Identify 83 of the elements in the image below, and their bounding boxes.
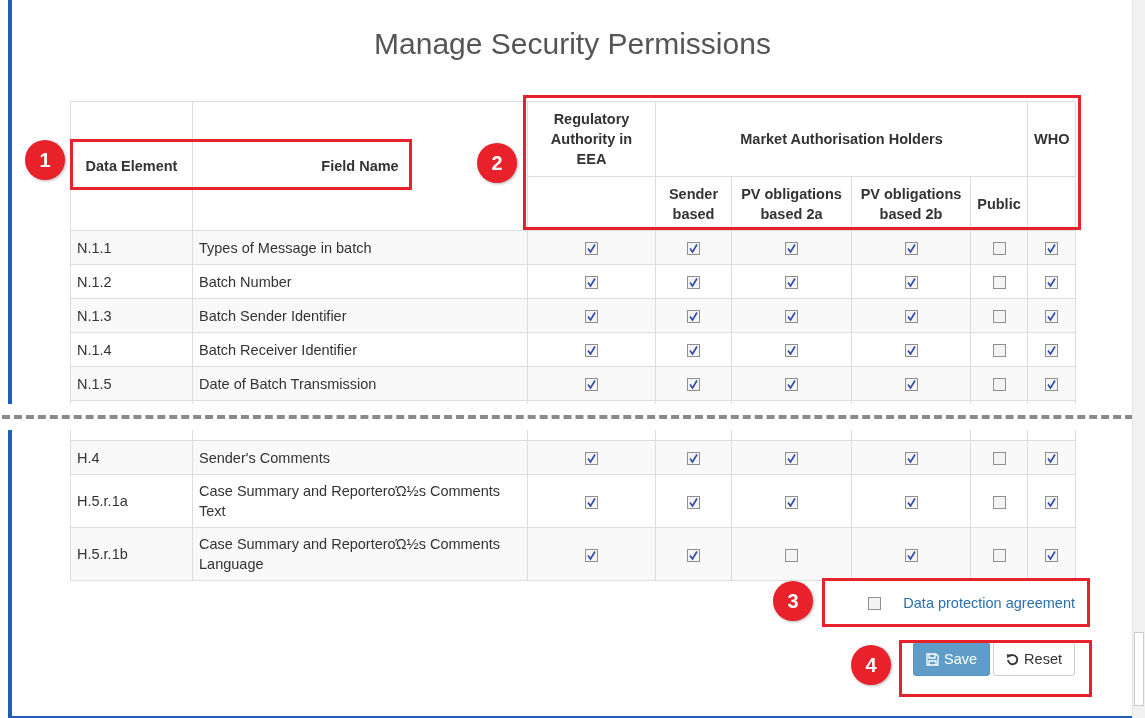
checkbox[interactable]: [687, 310, 700, 324]
checkbox[interactable]: [785, 378, 798, 392]
table-cell-text: Types of Message in batch: [199, 238, 372, 258]
checkbox[interactable]: [904, 548, 918, 562]
table-cell-text: H.5.r.1a: [77, 492, 128, 511]
checkbox[interactable]: [585, 378, 598, 392]
checkbox[interactable]: [785, 548, 798, 562]
table-cell-text: Date of Batch Transmission: [199, 374, 377, 394]
checkbox[interactable]: [1045, 495, 1058, 509]
checkbox[interactable]: [1045, 310, 1058, 324]
table-cell-text: Sender's Comments: [199, 448, 330, 468]
checkbox[interactable]: [687, 344, 700, 358]
table-cell-text: N.1.2: [77, 272, 112, 292]
checkbox[interactable]: [992, 495, 1006, 509]
column-header: PV obligations based 2b: [851, 176, 971, 231]
column-header: Public: [970, 176, 1028, 231]
checkbox[interactable]: [904, 378, 918, 392]
table-cell-text: N.1.3: [77, 306, 112, 326]
column-header: Sender based: [655, 176, 732, 231]
column-header: Data Element: [70, 101, 193, 231]
checkbox[interactable]: [687, 495, 700, 509]
column-header: WHO: [1027, 101, 1076, 177]
checkbox[interactable]: [785, 495, 798, 509]
checkbox[interactable]: [1045, 452, 1058, 466]
checkbox[interactable]: [992, 378, 1006, 392]
checkbox[interactable]: [992, 276, 1006, 290]
checkbox[interactable]: [904, 344, 918, 358]
checkbox[interactable]: [868, 596, 882, 610]
checkbox[interactable]: [785, 242, 798, 256]
table-cell-text: H.4: [77, 448, 100, 468]
checkbox[interactable]: [1045, 242, 1058, 256]
checkbox[interactable]: [785, 310, 798, 324]
checkbox[interactable]: [992, 344, 1006, 358]
save-button[interactable]: Save: [913, 642, 991, 676]
callout-number: 4: [851, 645, 891, 685]
undo-icon: [1006, 652, 1020, 666]
page-title: Manage Security Permissions: [374, 26, 771, 62]
checkbox[interactable]: [785, 276, 798, 290]
checkbox[interactable]: [585, 276, 598, 290]
checkbox[interactable]: [992, 310, 1006, 324]
checkbox[interactable]: [904, 310, 918, 324]
table-cell-text: Case Summary and ReporterοΏ½s Comments Language: [199, 535, 502, 574]
table-cell-text: N.1.4: [77, 340, 112, 360]
scrollbar[interactable]: [1132, 0, 1145, 718]
checkbox[interactable]: [1045, 548, 1058, 562]
agreement-link[interactable]: Data protection agreement: [903, 595, 1075, 611]
checkbox[interactable]: [904, 452, 918, 466]
table-cell-text: Case Summary and ReporterοΏ½s Comments Text: [199, 482, 502, 521]
checkbox[interactable]: [687, 548, 700, 562]
checkbox[interactable]: [687, 276, 700, 290]
table-cell-text: N.1.1: [77, 238, 112, 258]
checkbox[interactable]: [585, 310, 598, 324]
table-cell-text: H.5.r.1b: [77, 545, 128, 564]
checkbox[interactable]: [992, 242, 1006, 256]
checkbox[interactable]: [1045, 276, 1058, 290]
table-cell-text: Batch Number: [199, 272, 292, 292]
callout-number: 2: [477, 143, 517, 183]
checkbox[interactable]: [585, 344, 598, 358]
callout-number: 3: [773, 581, 813, 621]
checkbox[interactable]: [785, 344, 798, 358]
column-header: PV obligations based 2a: [731, 176, 852, 231]
checkbox[interactable]: [585, 242, 598, 256]
table-cell-text: N.1.5: [77, 374, 112, 394]
checkbox[interactable]: [992, 548, 1006, 562]
checkbox[interactable]: [904, 242, 918, 256]
reset-button[interactable]: Reset: [993, 642, 1075, 676]
checkbox[interactable]: [904, 495, 918, 509]
checkbox[interactable]: [687, 242, 700, 256]
checkbox[interactable]: [904, 276, 918, 290]
checkbox[interactable]: [785, 452, 798, 466]
table-cell-text: Batch Sender Identifier: [199, 306, 347, 326]
checkbox[interactable]: [585, 452, 598, 466]
checkbox[interactable]: [1045, 344, 1058, 358]
checkbox[interactable]: [687, 378, 700, 392]
checkbox[interactable]: [1045, 378, 1058, 392]
checkbox[interactable]: [585, 495, 598, 509]
table-cell-text: Batch Receiver Identifier: [199, 340, 357, 360]
checkbox[interactable]: [687, 452, 700, 466]
column-header: Regulatory Authority in EEA: [527, 101, 656, 177]
checkbox[interactable]: [992, 452, 1006, 466]
column-header: Market Authorisation Holders: [655, 101, 1028, 177]
callout-number: 1: [25, 140, 65, 180]
checkbox[interactable]: [585, 548, 598, 562]
